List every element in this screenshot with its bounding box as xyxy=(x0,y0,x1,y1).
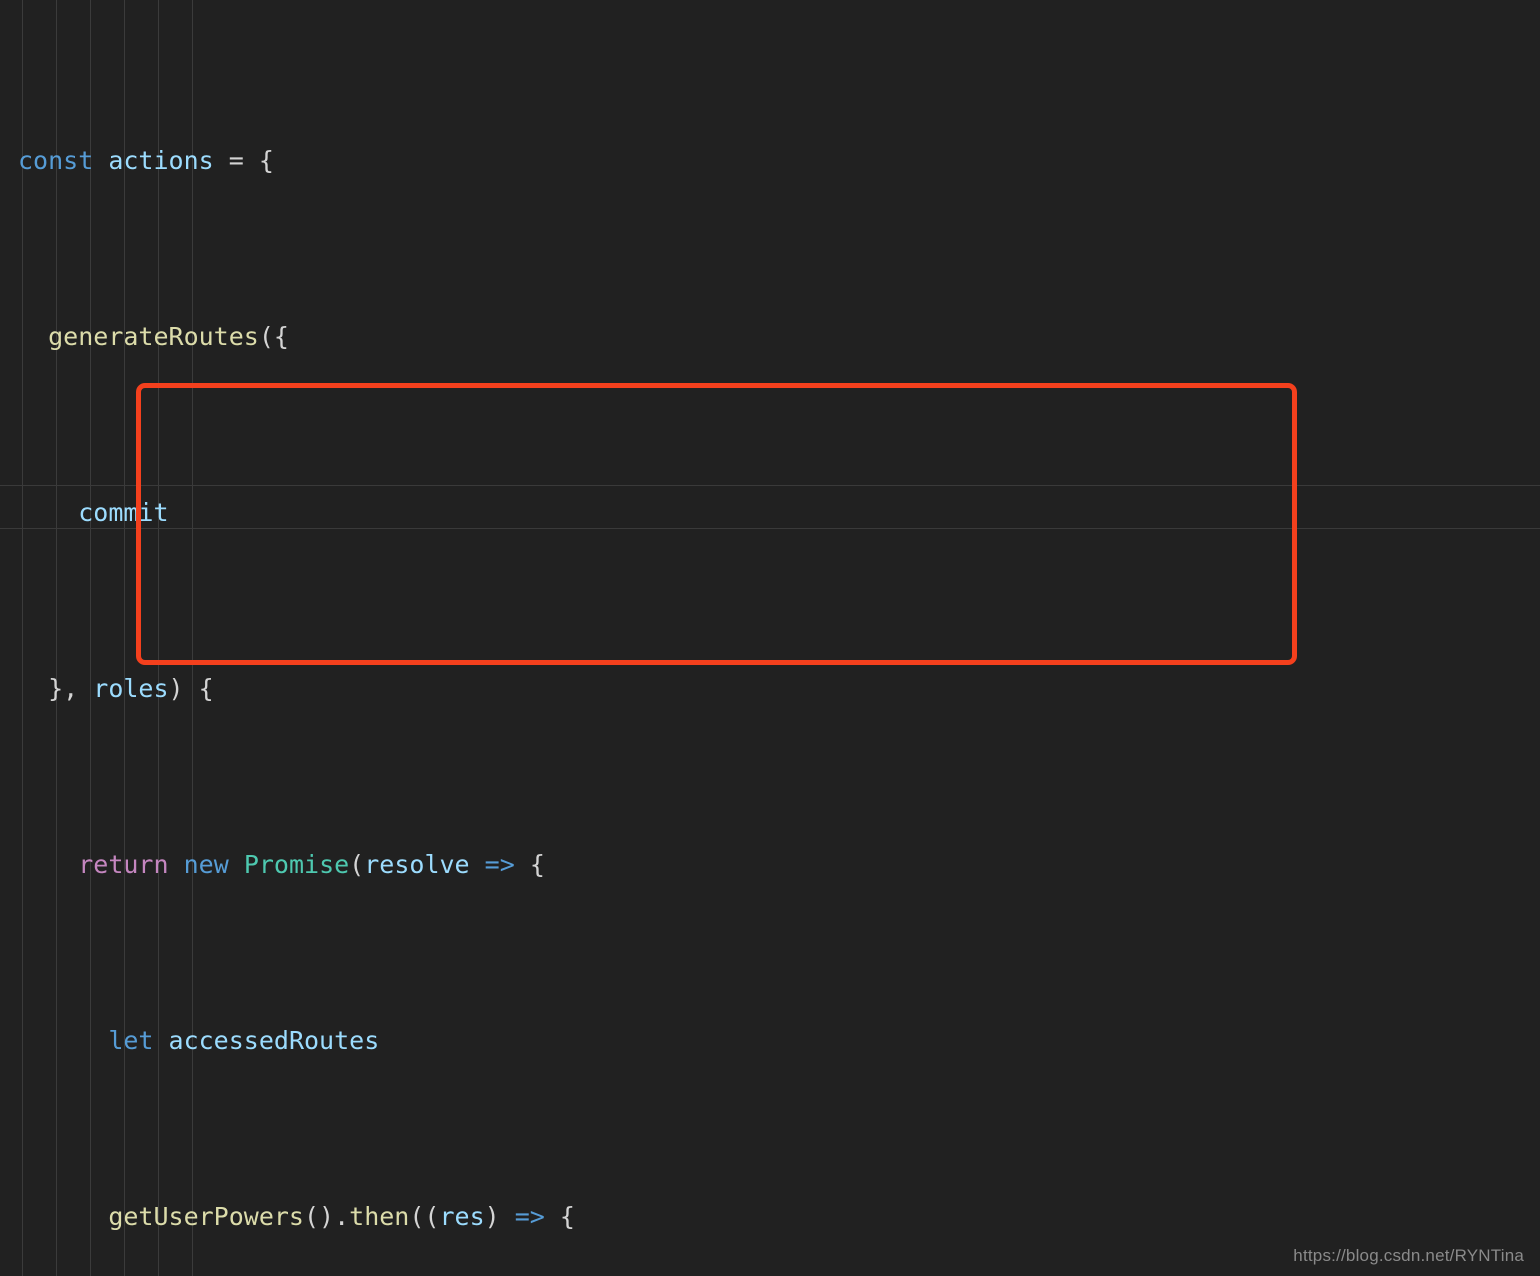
token-function: then xyxy=(349,1202,410,1231)
token-punct: (( xyxy=(409,1202,440,1231)
token-identifier: accessedRoutes xyxy=(168,1026,380,1055)
code-line[interactable]: const actions = { xyxy=(0,139,1540,183)
token-identifier: actions xyxy=(108,146,214,175)
token-punct: ) { xyxy=(168,674,214,703)
token-punct: (). xyxy=(303,1202,350,1231)
token-identifier: resolve xyxy=(364,850,470,879)
token-operator: = xyxy=(213,146,259,175)
token-class: Promise xyxy=(243,850,350,879)
token-punct: ) xyxy=(484,1202,515,1231)
token-function: getUserPowers xyxy=(108,1202,304,1231)
token-function: generateRoutes xyxy=(48,322,259,351)
token-punct: { xyxy=(544,1202,575,1231)
code-editor[interactable]: const actions = { generateRoutes({ commi… xyxy=(0,0,1540,1276)
token-brace: { xyxy=(529,850,545,879)
token-keyword: const xyxy=(18,146,94,175)
code-content[interactable]: const actions = { generateRoutes({ commi… xyxy=(0,7,1540,1276)
code-line[interactable]: generateRoutes({ xyxy=(0,315,1540,359)
token-arrow: => xyxy=(514,1202,545,1231)
code-line[interactable]: return new Promise(resolve => { xyxy=(0,843,1540,887)
token-keyword: let xyxy=(108,1026,154,1055)
code-line[interactable]: getUserPowers().then((res) => { xyxy=(0,1195,1540,1239)
code-line[interactable]: commit xyxy=(0,491,1540,535)
token-punct: ( xyxy=(349,850,365,879)
token-punct: ({ xyxy=(258,322,289,351)
code-line[interactable]: let accessedRoutes xyxy=(0,1019,1540,1063)
token-punct: }, xyxy=(48,674,94,703)
token-arrow: => xyxy=(484,850,515,879)
token-identifier: roles xyxy=(93,674,169,703)
token-identifier: res xyxy=(439,1202,485,1231)
token-keyword: new xyxy=(183,850,229,879)
token-keyword: return xyxy=(78,850,169,879)
watermark: https://blog.csdn.net/RYNTina xyxy=(1293,1246,1524,1265)
token-identifier: commit xyxy=(78,498,169,527)
code-line[interactable]: }, roles) { xyxy=(0,667,1540,711)
token-brace: { xyxy=(258,146,274,175)
